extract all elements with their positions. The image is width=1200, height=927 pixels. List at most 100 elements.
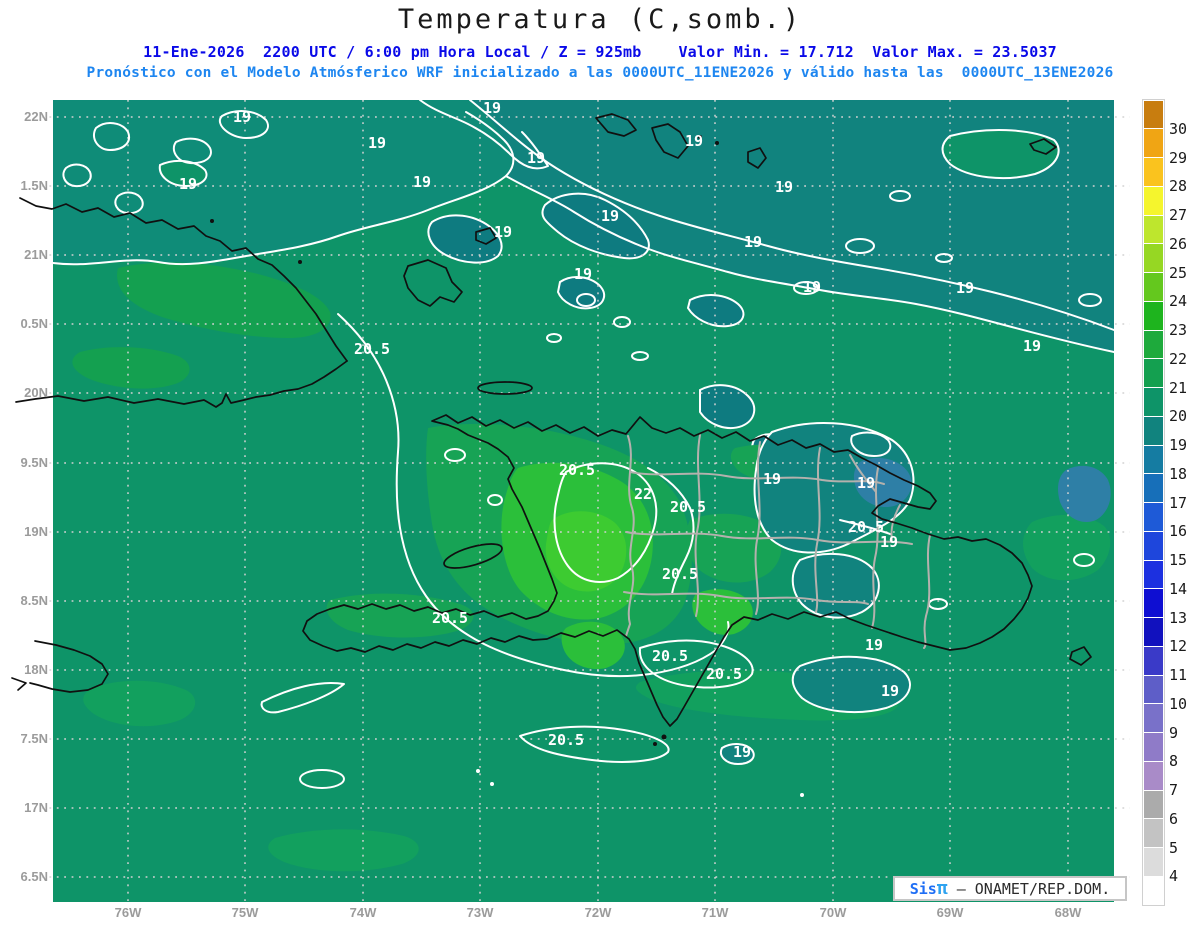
colorbar-tick-label: 22 [1169,349,1188,368]
colorbar-tick-label: 4 [1169,867,1179,886]
colorbar-tick-label: 29 [1169,148,1188,167]
colorbar-tick-label: 10 [1169,694,1188,713]
contour-value-label: 19 [774,178,794,196]
valid-time-minmax-line: 11-Ene-2026 2200 UTC / 6:00 pm Hora Loca… [143,43,1057,61]
colorbar-segment [1144,761,1163,790]
colorbar-segment [1144,790,1163,819]
colorbar-segment [1144,503,1163,531]
lat-tick-label: 1.5N [20,178,48,193]
colorbar-tick-label: 7 [1169,781,1179,799]
lat-tick-label: 6.5N [20,869,48,884]
colorbar-tick-label: 9 [1169,723,1179,742]
contour-value-label: 20.5 [705,665,743,683]
sispi-system-label: Sis [909,879,937,898]
colorbar-segment [1144,301,1163,330]
lon-tick-label: 75W [231,905,259,920]
contour-value-label: 19 [482,99,502,117]
contour-value-label: 19 [493,223,513,241]
lat-tick-label: 20N [24,385,48,400]
colorbar-tick-label: 14 [1169,579,1188,598]
lon-tick-label: 68W [1054,905,1082,920]
lat-tick-label: 21N [24,247,48,262]
contour-value-label: 20.5 [547,731,585,749]
colorbar-tick-label: 21 [1169,378,1188,397]
colorbar-segment [1144,359,1163,387]
attribution-badge: Sis π – ONAMET/REP.DOM. [893,876,1127,901]
lon-tick-label: 69W [936,905,964,920]
colorbar-segment [1144,675,1163,704]
colorbar-tick-label: 15 [1169,551,1188,569]
contour-value-label: 19 [232,108,252,126]
colorbar-segment [1144,100,1163,129]
colorbar-segment [1144,273,1163,301]
colorbar-segment [1144,244,1163,272]
contour-value-label: 19 [367,134,387,152]
lat-tick-label: 9.5N [20,455,48,470]
colorbar-tick-label: 28 [1169,177,1188,196]
contour-value-label: 19 [743,233,763,251]
contour-value-label: 19 [880,682,900,700]
colorbar-tick-label: 20 [1169,407,1188,426]
forecast-map [11,99,1130,906]
contour-value-label: 20.5 [847,518,885,536]
colorbar-segment [1144,330,1163,359]
colorbar-tick-label: 24 [1169,292,1188,311]
colorbar-tick-label: 6 [1169,809,1179,828]
pi-symbol: π [936,877,948,899]
contour-value-label: 22 [633,485,653,503]
colorbar-tick-label: 16 [1169,522,1188,541]
colorbar-tick-label: 5 [1169,838,1179,857]
colorbar-tick-label: 17 [1169,493,1188,512]
contour-value-label: 19 [600,207,620,225]
colorbar-segment [1144,819,1163,847]
contour-value-label: 19 [732,743,752,761]
contour-value-label: 19 [178,175,198,193]
colorbar-tick-label: 12 [1169,637,1188,656]
contour-value-label: 19 [684,132,704,150]
lon-tick-label: 74W [349,905,377,920]
lon-tick-label: 70W [819,905,847,920]
contour-value-label: 20.5 [353,340,391,358]
contour-value-label: 20.5 [558,461,596,479]
colorbar-segment [1144,388,1163,416]
colorbar-segment [1144,733,1163,761]
contour-value-label: 20.5 [661,565,699,583]
contour-value-label: 19 [412,173,432,191]
lat-tick-label: 18N [24,662,48,677]
contour-value-label: 19 [856,474,876,492]
lat-tick-label: 8.5N [20,593,48,608]
colorbar-segment [1144,646,1163,675]
colorbar-tick-label: 23 [1169,321,1188,339]
lat-tick-label: 22N [24,109,48,124]
contour-value-label: 19 [762,470,782,488]
colorbar-segment [1144,416,1163,445]
colorbar-tick-label: 19 [1169,436,1188,454]
colorbar-segment [1144,848,1163,876]
lon-tick-label: 71W [701,905,729,920]
colorbar-tick-label: 27 [1169,206,1188,224]
contour-value-label: 19 [802,278,822,296]
colorbar-tick-label: 18 [1169,464,1188,483]
lon-tick-label: 72W [584,905,612,920]
colorbar-segment [1144,445,1163,474]
colorbar-segment [1144,618,1163,646]
colorbar-segment [1144,186,1163,215]
colorbar-tick-label: 8 [1169,752,1179,771]
lon-tick-label: 73W [466,905,494,920]
colorbar-segment [1144,215,1163,244]
contour-value-label: 20.5 [431,609,469,627]
contour-value-label: 20.5 [669,498,707,516]
lat-tick-label: 19N [24,524,48,539]
contour-value-label: 19 [955,279,975,297]
colorbar-segment [1144,589,1163,617]
map-title: Temperatura (C,somb.) [397,4,803,35]
lat-tick-label: 0.5N [20,316,48,331]
colorbar-segment [1144,704,1163,732]
colorbar-segment [1144,158,1163,186]
colorbar-tick-label: 26 [1169,234,1188,253]
contour-value-label: 19 [526,149,546,167]
contour-value-label: 19 [573,265,593,283]
colorbar-tick-label: 30 [1169,119,1188,138]
lat-tick-label: 17N [24,800,48,815]
lat-tick-label: 7.5N [20,731,48,746]
